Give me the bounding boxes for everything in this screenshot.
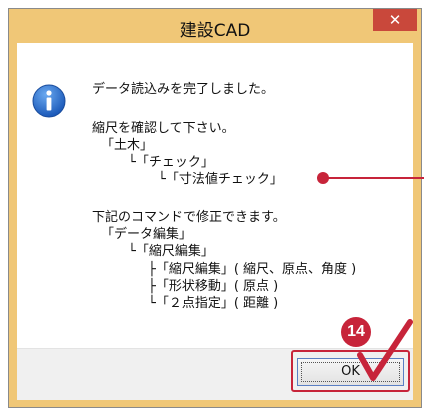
annotation-overlay <box>317 172 424 381</box>
step-badge: 14 <box>341 317 371 347</box>
highlight-frame <box>291 350 410 392</box>
annotation-dot <box>317 172 329 184</box>
